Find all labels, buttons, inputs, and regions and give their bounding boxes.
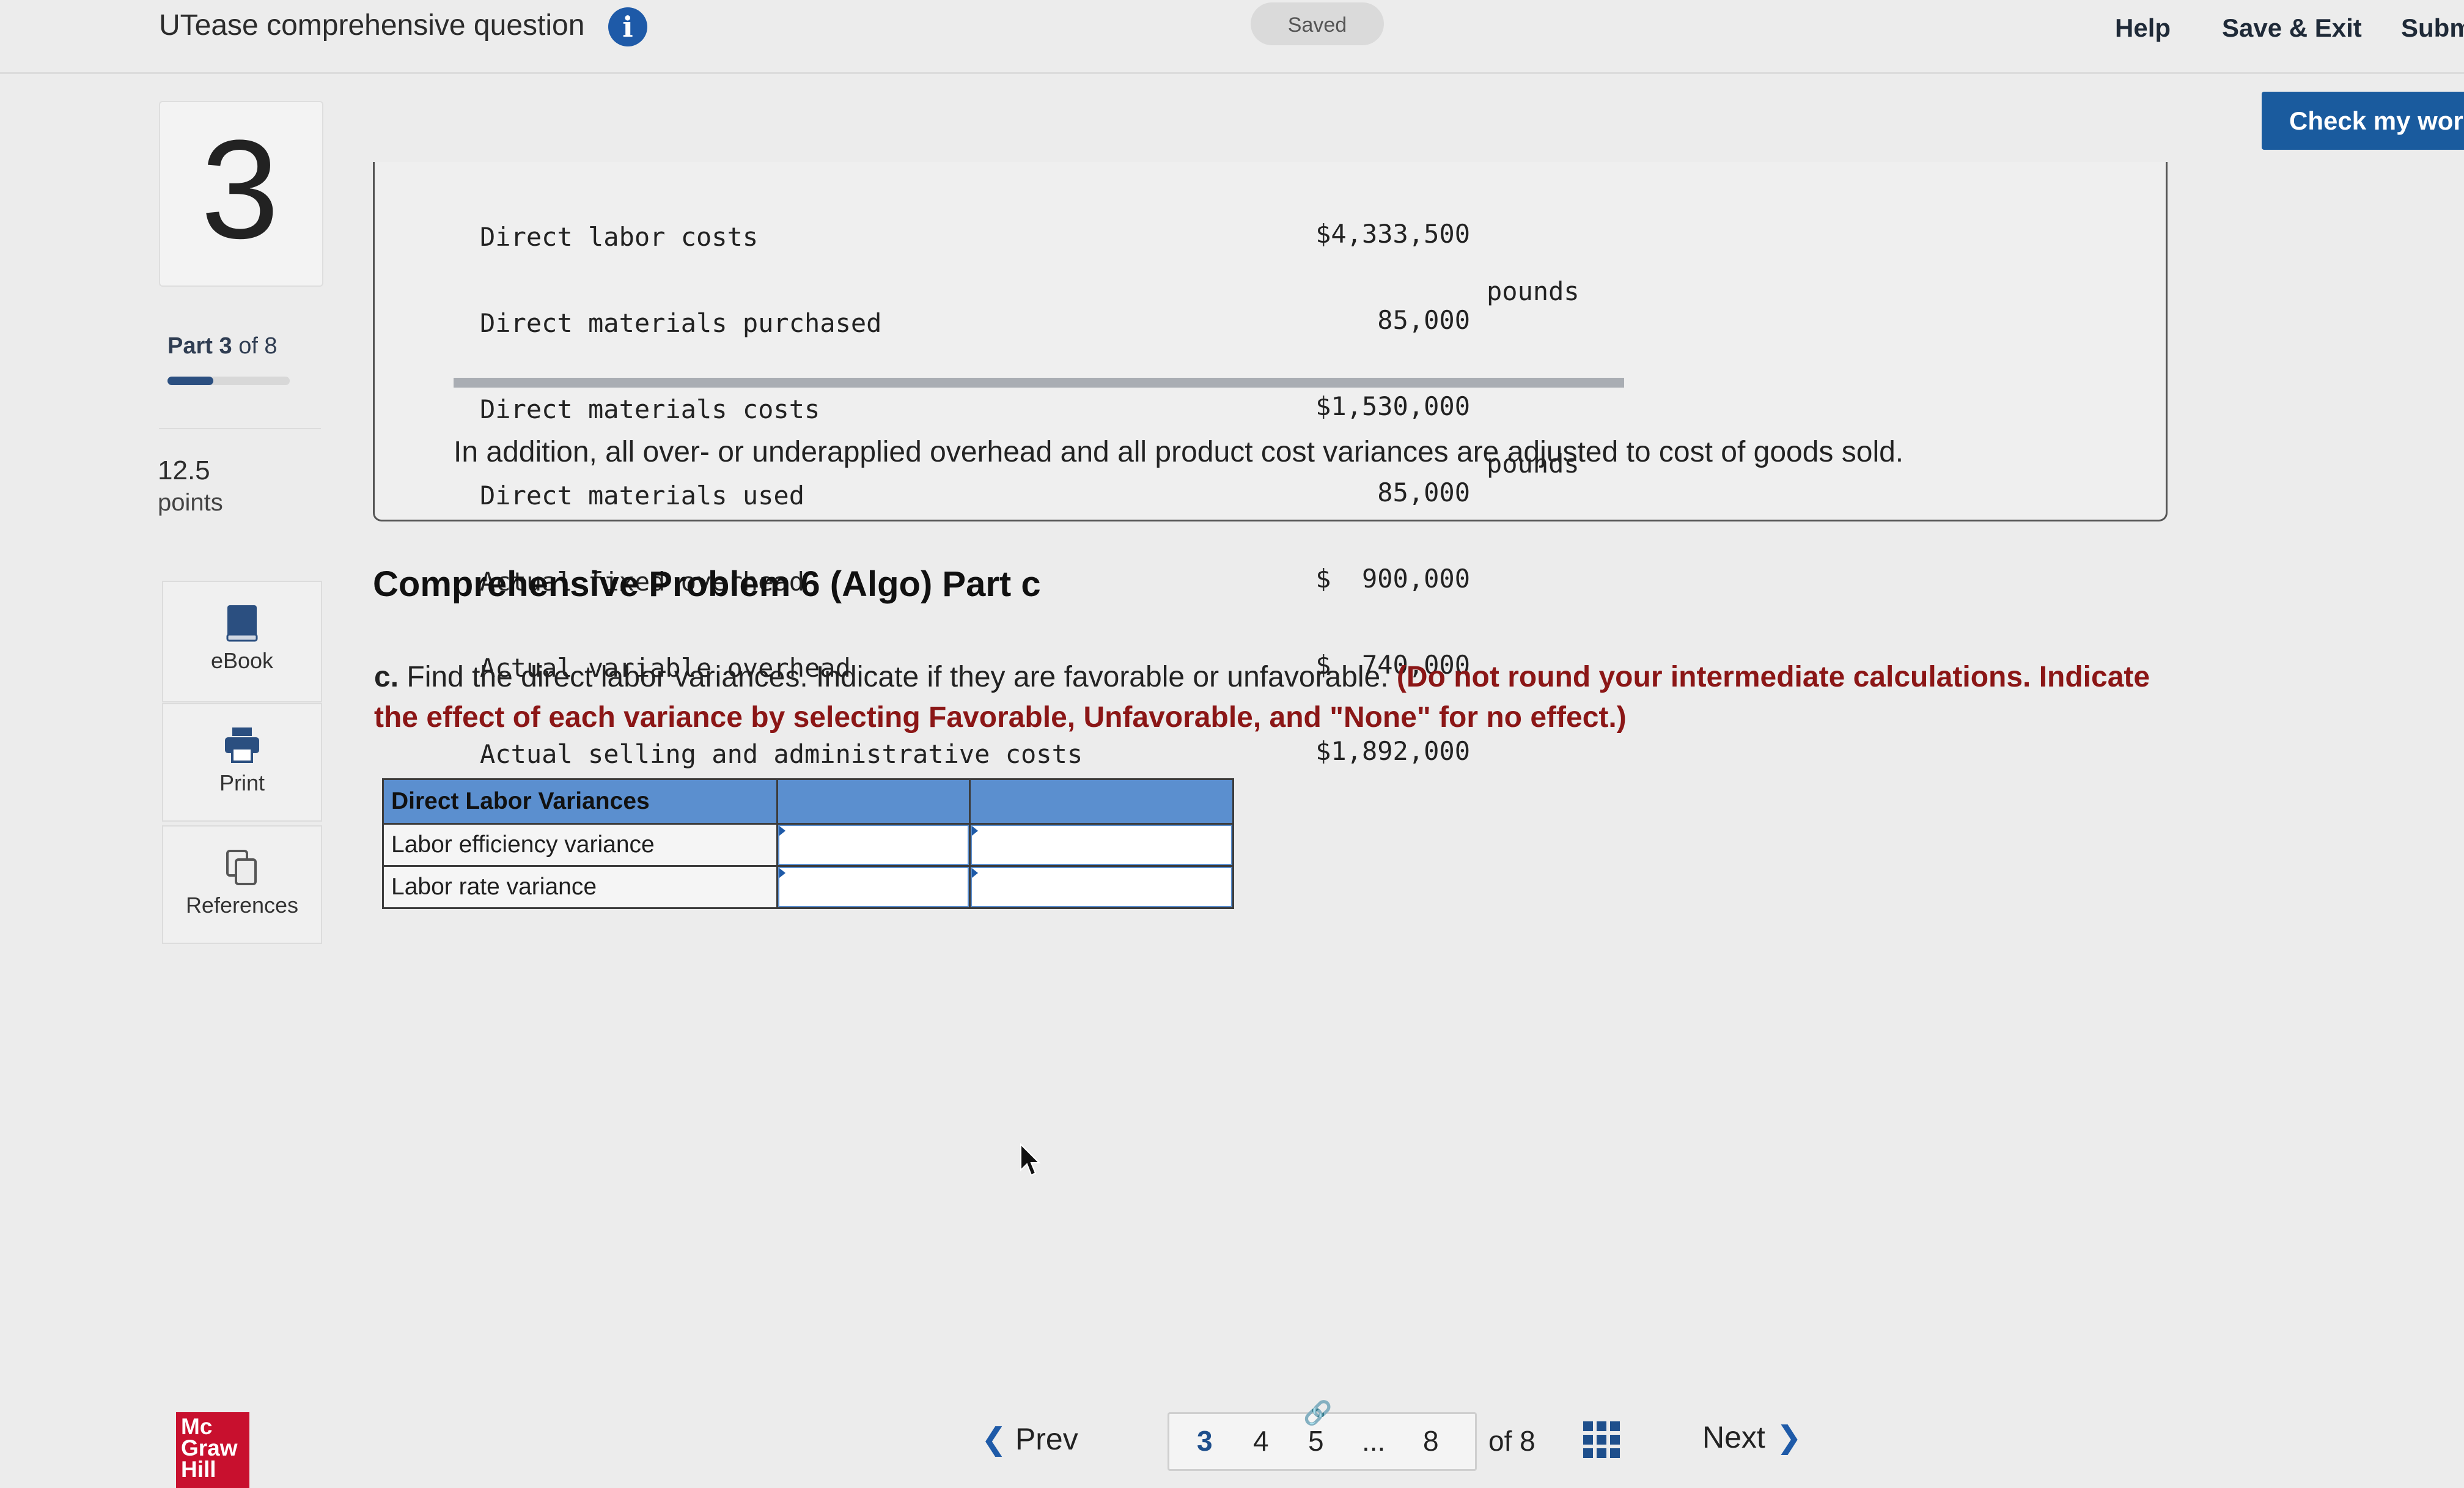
table-header-row: Direct Labor Variances	[382, 778, 1234, 825]
print-label: Print	[219, 770, 265, 795]
data-row-label: Direct materials costs	[480, 394, 820, 424]
info-icon[interactable]: i	[608, 7, 647, 46]
data-row-value: 85,000	[1377, 477, 1470, 507]
chevron-left-icon: ❮	[981, 1422, 1007, 1456]
labor-efficiency-amount-input[interactable]	[778, 825, 969, 865]
link-icon: 🔗	[1303, 1401, 1333, 1426]
page-total: of 8	[1488, 1425, 1535, 1457]
table-row: Labor efficiency variance	[382, 823, 1234, 867]
copy-icon	[226, 850, 257, 885]
logo-line: Mc	[181, 1414, 213, 1439]
check-my-work-button[interactable]: Check my work	[2262, 92, 2464, 150]
labor-rate-effect-select[interactable]	[971, 867, 1232, 907]
table-header-amount	[776, 778, 971, 825]
part-current: 3	[219, 333, 232, 359]
labor-efficiency-effect-select[interactable]	[971, 825, 1232, 865]
next-label: Next	[1702, 1420, 1765, 1454]
save-exit-button[interactable]: Save & Exit	[2222, 13, 2362, 43]
page-3-button[interactable]: 3	[1197, 1424, 1213, 1457]
labor-rate-label: Labor rate variance	[382, 865, 778, 909]
data-row-label: Direct materials purchased	[480, 308, 882, 338]
page-ellipsis[interactable]: ...	[1362, 1424, 1385, 1457]
problem-title: Comprehensive Problem 6 (Algo) Part c	[373, 564, 1041, 604]
data-row-value: $ 900,000	[1315, 564, 1470, 594]
data-row-value: $1,892,000	[1315, 736, 1470, 766]
table-header-effect	[969, 778, 1234, 825]
data-row-label: Actual selling and administrative costs	[480, 739, 1083, 769]
data-row-value: 85,000	[1377, 305, 1470, 335]
logo-line: Graw	[181, 1435, 238, 1460]
table-row: Labor rate variance	[382, 865, 1234, 909]
submit-button[interactable]: Subm	[2401, 13, 2464, 43]
prev-label: Prev	[1015, 1422, 1078, 1456]
data-row-label: Direct labor costs	[480, 222, 759, 252]
mcgraw-hill-logo: Mc Graw Hill	[176, 1412, 249, 1488]
ebook-button[interactable]: eBook	[162, 581, 322, 702]
part-progress-fill	[167, 377, 213, 385]
data-row-value: $1,530,000	[1315, 391, 1470, 421]
saved-status-badge: Saved	[1251, 2, 1384, 45]
labor-rate-amount-input[interactable]	[778, 867, 969, 907]
question-number: 3	[200, 111, 279, 268]
grid-icon[interactable]	[1583, 1421, 1620, 1458]
prev-button[interactable]: ❮ Prev	[981, 1421, 1078, 1457]
data-row-label: Direct materials used	[480, 481, 805, 510]
problem-instruction: c. Find the direct labor variances. Indi…	[374, 657, 2165, 738]
print-button[interactable]: Print	[162, 703, 322, 822]
adjustment-note: In addition, all over- or underapplied o…	[454, 436, 1904, 468]
assignment-title: UTease comprehensive question	[159, 9, 585, 42]
data-table-scrollbar[interactable]	[454, 378, 1624, 388]
points-value: 12.5	[158, 455, 210, 485]
labor-efficiency-label: Labor efficiency variance	[382, 823, 778, 867]
part-indicator: Part 3 of 8	[167, 333, 278, 359]
page-5-button[interactable]: 5	[1308, 1424, 1324, 1457]
part-prefix: Part	[167, 333, 213, 359]
points-label: points	[158, 489, 223, 516]
printer-icon	[225, 727, 259, 763]
instruction-lead: c.	[374, 661, 399, 693]
chevron-right-icon: ❯	[1776, 1420, 1802, 1454]
header-divider	[0, 72, 2464, 74]
data-row-value: $4,333,500	[1315, 219, 1470, 249]
instruction-text: Find the direct labor variances. Indicat…	[399, 661, 1397, 693]
ebook-label: eBook	[210, 648, 274, 673]
mouse-cursor-icon	[1020, 1143, 1041, 1176]
help-button[interactable]: Help	[2115, 13, 2171, 43]
next-button[interactable]: Next ❯	[1702, 1420, 1802, 1455]
book-icon	[226, 605, 258, 642]
data-row-unit: pounds	[1487, 276, 1580, 306]
page-4-button[interactable]: 4	[1253, 1424, 1269, 1457]
part-suffix: of 8	[238, 333, 278, 359]
table-header-label: Direct Labor Variances	[382, 778, 778, 825]
page-8-button[interactable]: 8	[1423, 1424, 1439, 1457]
references-button[interactable]: References	[162, 825, 322, 944]
logo-line: Hill	[181, 1457, 216, 1482]
references-label: References	[185, 893, 299, 918]
direct-labor-variances-table: Direct Labor Variances Labor efficiency …	[382, 778, 1234, 909]
rail-divider	[159, 428, 321, 429]
